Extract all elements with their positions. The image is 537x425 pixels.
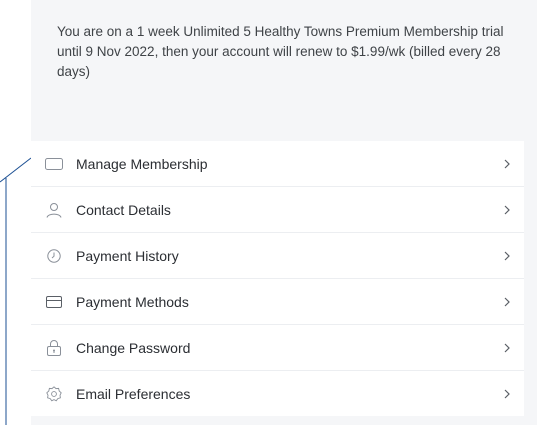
menu-item-label: Change Password xyxy=(76,339,191,356)
menu-item-label: Payment History xyxy=(76,247,179,264)
clock-icon xyxy=(45,247,63,265)
chevron-right-icon xyxy=(504,205,510,214)
account-panel: You are on a 1 week Unlimited 5 Healthy … xyxy=(31,0,537,425)
chevron-right-icon xyxy=(504,343,510,352)
chevron-right-icon xyxy=(504,389,510,398)
account-menu: Manage Membership Contact Details Paymen… xyxy=(31,141,524,416)
chevron-right-icon xyxy=(504,159,510,168)
lock-icon xyxy=(45,339,63,357)
person-icon xyxy=(45,201,63,219)
chevron-right-icon xyxy=(504,297,510,306)
menu-item-label: Email Preferences xyxy=(76,385,191,402)
settings-icon xyxy=(45,385,63,403)
menu-item-change-password[interactable]: Change Password xyxy=(31,325,524,371)
menu-item-contact-details[interactable]: Contact Details xyxy=(31,187,524,233)
menu-item-label: Contact Details xyxy=(76,201,171,218)
pointer-line xyxy=(0,157,31,425)
menu-item-label: Manage Membership xyxy=(76,155,208,172)
menu-item-email-preferences[interactable]: Email Preferences xyxy=(31,371,524,416)
menu-item-payment-methods[interactable]: Payment Methods xyxy=(31,279,524,325)
membership-trial-notice: You are on a 1 week Unlimited 5 Healthy … xyxy=(57,24,504,79)
chevron-right-icon xyxy=(504,251,510,260)
menu-item-label: Payment Methods xyxy=(76,293,189,310)
membership-card-icon xyxy=(45,155,63,173)
menu-item-payment-history[interactable]: Payment History xyxy=(31,233,524,279)
menu-item-manage-membership[interactable]: Manage Membership xyxy=(31,141,524,187)
credit-card-icon xyxy=(45,293,63,311)
